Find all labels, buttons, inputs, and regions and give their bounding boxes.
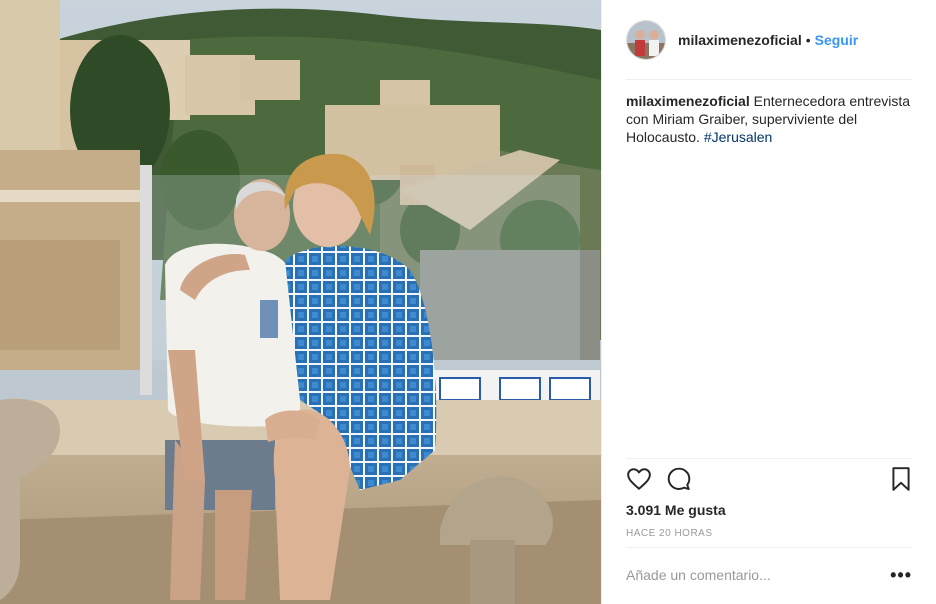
more-options-icon[interactable]: ••• xyxy=(890,566,912,584)
post-photo-image xyxy=(0,0,601,604)
actions-divider xyxy=(626,458,912,459)
avatar-image xyxy=(627,21,665,59)
post-caption: milaximenezoficial Enternecedora entrevi… xyxy=(626,92,916,146)
heart-icon[interactable] xyxy=(626,466,652,497)
header-text: milaximenezoficial • Seguir xyxy=(678,32,858,48)
hashtag-link[interactable]: #Jerusalen xyxy=(704,129,773,145)
action-bar xyxy=(626,466,912,496)
separator-dot: • xyxy=(805,32,811,48)
comment-input[interactable] xyxy=(626,567,891,583)
username-link[interactable]: milaximenezoficial xyxy=(678,32,802,48)
post-timestamp: HACE 20 HORAS xyxy=(626,528,713,539)
follow-button[interactable]: Seguir xyxy=(815,32,859,48)
comment-row: ••• xyxy=(626,563,912,587)
bookmark-icon[interactable] xyxy=(890,466,912,497)
post-details-panel: milaximenezoficial • Seguir milaximenezo… xyxy=(601,0,936,604)
post-header: milaximenezoficial • Seguir xyxy=(602,0,936,80)
likes-count[interactable]: 3.091 Me gusta xyxy=(626,502,726,518)
comment-icon[interactable] xyxy=(666,466,692,497)
avatar[interactable] xyxy=(626,20,666,60)
caption-username-link[interactable]: milaximenezoficial xyxy=(626,93,750,109)
post-photo[interactable] xyxy=(0,0,601,604)
comment-divider xyxy=(626,547,912,548)
header-divider xyxy=(626,79,912,80)
